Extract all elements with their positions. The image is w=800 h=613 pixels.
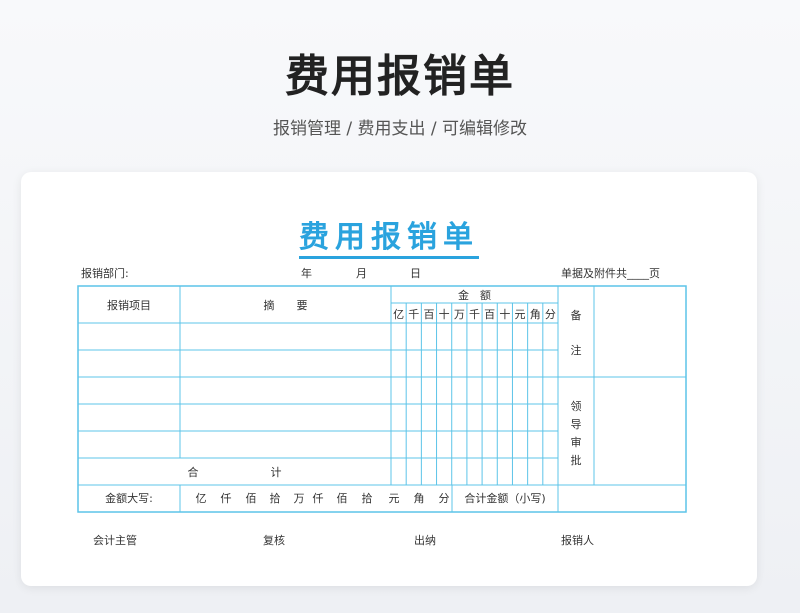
digit-unit-9: 角: [530, 308, 541, 321]
expense-form-table: 报销项目摘 要金 额亿千百十万千百十元角分备注领导审批合 计金额大写: 亿仟佰拾万仟…: [77, 285, 687, 513]
amount-upper-unit-4: 万: [294, 492, 305, 505]
leader-char-2: 审: [571, 435, 582, 449]
amount-upper-label: 金额大写:: [105, 491, 153, 505]
amount-upper-unit-5: 仟: [313, 492, 324, 505]
digit-unit-7: 十: [499, 307, 510, 321]
amount-upper-unit-8: 元: [389, 492, 400, 505]
accounting-supervisor-label: 会计主管: [93, 534, 137, 547]
col-summary-header: 摘 要: [264, 298, 308, 312]
claimant-label: 报销人: [561, 534, 594, 547]
col-amount-header: 金 额: [458, 288, 491, 302]
total-amount-small-label: 合计金额（小写): [464, 491, 545, 505]
total-char-2: 计: [271, 466, 282, 479]
amount-upper-unit-10: 分: [439, 492, 450, 505]
digit-unit-0: 亿: [393, 308, 404, 321]
digit-unit-5: 千: [469, 308, 480, 321]
digit-unit-3: 十: [439, 307, 450, 321]
page-subtitle: 报销管理 / 费用支出 / 可编辑修改: [272, 119, 528, 139]
page-title: 费用报销单: [285, 51, 515, 102]
amount-upper-unit-3: 拾: [270, 491, 281, 505]
amount-upper-unit-1: 仟: [221, 492, 232, 505]
review-label: 复核: [263, 534, 285, 547]
digit-unit-10: 分: [545, 308, 556, 321]
leader-char-1: 导: [571, 418, 582, 431]
table-border: [77, 285, 687, 513]
amount-upper-unit-2: 佰: [246, 492, 257, 505]
leader-char-0: 领: [571, 400, 582, 413]
remarks-char-1: 备: [571, 308, 582, 322]
digit-unit-4: 万: [454, 308, 465, 321]
amount-upper-unit-9: 角: [414, 492, 425, 505]
digit-unit-8: 元: [515, 308, 526, 321]
digit-unit-6: 百: [484, 308, 495, 321]
amount-upper-unit-0: 亿: [196, 492, 207, 505]
leader-char-3: 批: [571, 453, 582, 467]
digit-unit-1: 千: [408, 308, 419, 321]
form-card: 费用报销单 报销部门: 年 月 日 单据及附件共____页 报销项目摘 要金 额…: [21, 172, 757, 586]
digit-unit-2: 百: [423, 308, 434, 321]
col-item-header: 报销项目: [107, 298, 151, 312]
amount-upper-unit-7: 拾: [362, 491, 373, 505]
amount-upper-unit-6: 佰: [337, 492, 348, 505]
cashier-label: 出纳: [414, 534, 436, 547]
remarks-char-2: 注: [571, 343, 582, 357]
total-char-1: 合: [188, 465, 199, 479]
